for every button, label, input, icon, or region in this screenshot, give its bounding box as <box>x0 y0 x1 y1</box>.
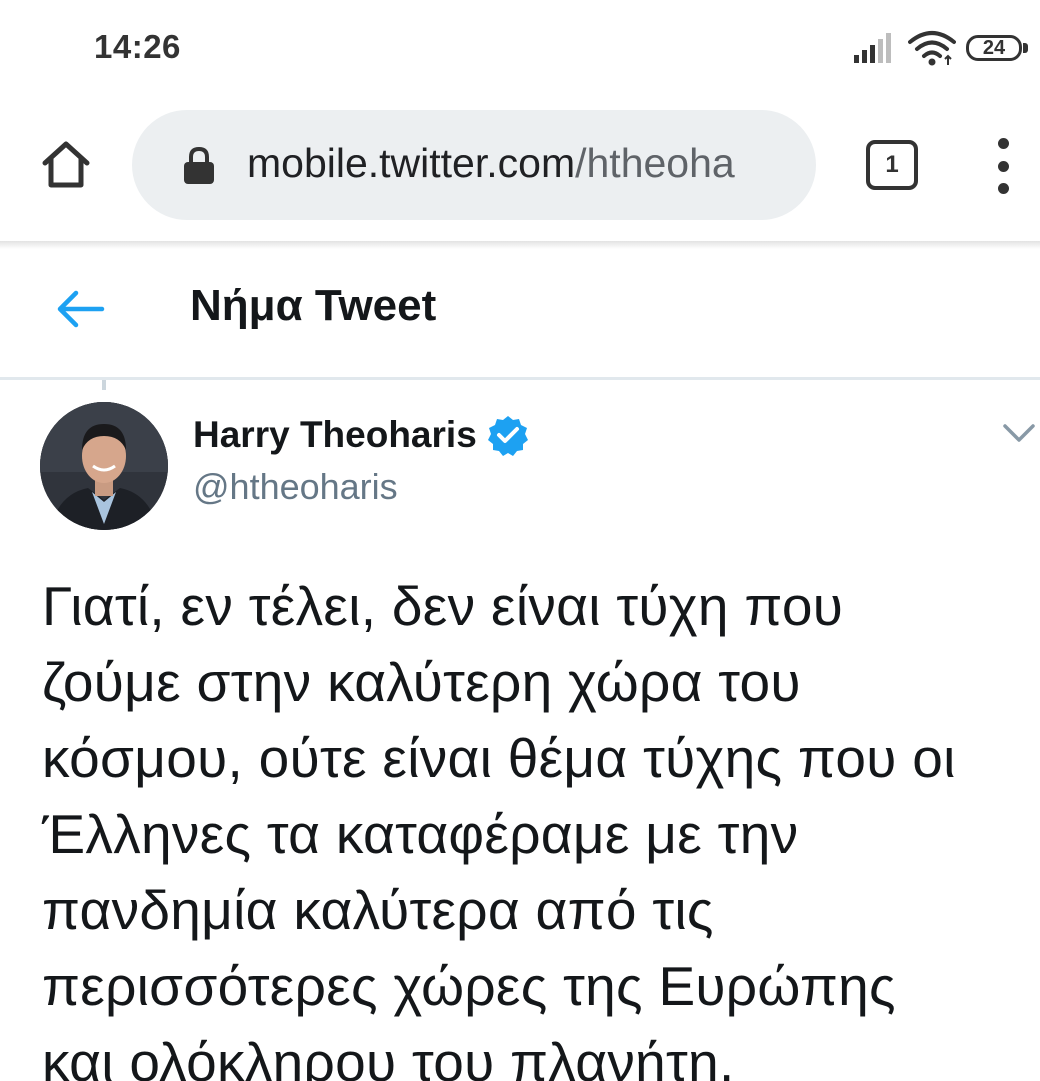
address-bar[interactable]: mobile.twitter.com/htheoha <box>132 110 816 220</box>
author-name-row[interactable]: Harry Theoharis <box>193 414 529 456</box>
screen: 14:26 24 mobile.twitter.com/htheoha 1 Νή… <box>0 0 1040 1081</box>
signal-icon <box>854 33 891 63</box>
tweet-text-line: πανδημία καλύτερα από τις <box>42 879 714 941</box>
chevron-down-icon[interactable] <box>998 416 1040 450</box>
status-bar: 14:26 24 <box>0 0 1040 96</box>
page-header: Νήμα Tweet <box>0 249 1040 380</box>
author-name: Harry Theoharis <box>193 414 477 455</box>
tweet-text-line: Γιατί, εν τέλει, δεν είναι τύχη που <box>42 575 844 637</box>
tweet-text-line: ζούμε στην καλύτερη χώρα του <box>42 651 801 713</box>
battery-level: 24 <box>966 35 1022 61</box>
more-vert-icon[interactable] <box>988 138 1018 194</box>
battery-tip <box>1023 43 1028 53</box>
toolbar-shadow <box>0 241 1040 249</box>
status-icons: 24 <box>854 30 1030 66</box>
page-title: Νήμα Tweet <box>190 281 437 330</box>
thread-connector <box>102 380 106 390</box>
tweet-text-line: και ολόκληρου του πλανήτη. <box>42 1031 735 1081</box>
home-icon <box>42 141 90 188</box>
avatar-image <box>40 402 168 530</box>
url-path: /htheoha <box>575 140 735 186</box>
verified-icon <box>487 416 528 456</box>
battery-icon: 24 <box>966 33 1030 63</box>
tweet-text-line: Έλληνες τα καταφέραμε με την <box>42 803 799 865</box>
menu-dot <box>997 138 1009 149</box>
tab-count: 1 <box>885 151 899 178</box>
menu-dot <box>997 160 1009 172</box>
wifi-icon <box>908 31 956 66</box>
menu-dot <box>997 183 1009 194</box>
status-time: 14:26 <box>94 28 181 65</box>
home-button[interactable] <box>36 134 96 194</box>
tweet-text-line: κόσμου, ούτε είναι θέμα τύχης που οι <box>42 727 956 789</box>
lock-icon <box>184 146 214 184</box>
tweet-text-line: περισσότερες χώρες της Ευρώπης <box>42 955 896 1017</box>
browser-toolbar: mobile.twitter.com/htheoha 1 <box>0 96 1040 241</box>
tabs-button[interactable]: 1 <box>866 140 918 190</box>
back-arrow-icon[interactable] <box>52 285 108 333</box>
url-text: mobile.twitter.com/htheoha <box>247 140 735 187</box>
url-host: mobile.twitter.com <box>247 140 576 186</box>
tweet-text: Γιατί, εν τέλει, δεν είναι τύχη που ζούμ… <box>42 568 1032 1081</box>
author-handle[interactable]: @htheoharis <box>193 466 398 508</box>
avatar[interactable] <box>40 402 168 530</box>
